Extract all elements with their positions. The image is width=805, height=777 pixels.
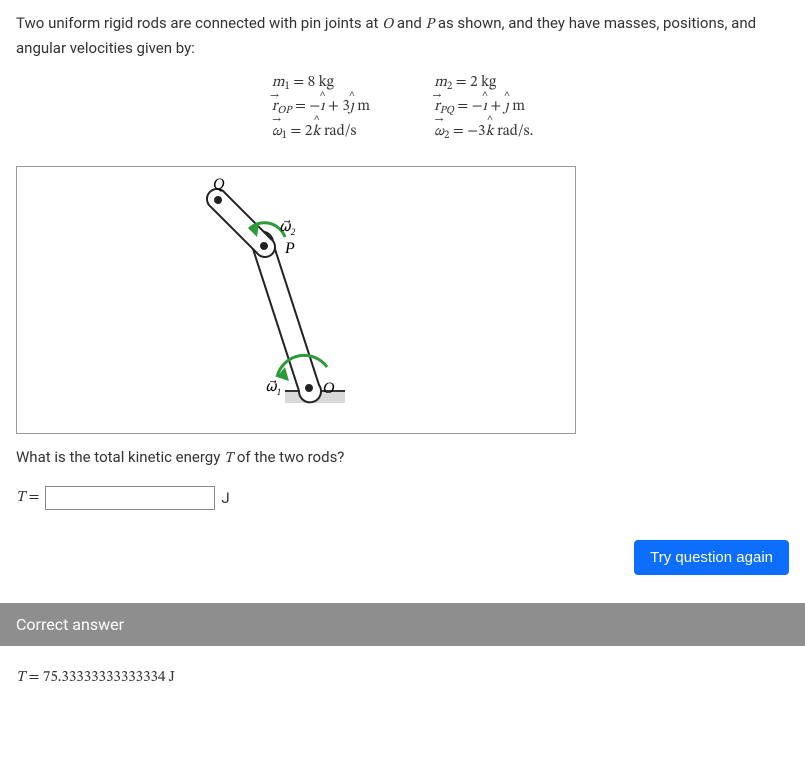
question-text: What is the total kinetic energy T of th… (16, 448, 789, 468)
answer-unit: J (221, 489, 229, 507)
label-Q: Q (213, 176, 225, 193)
answer-row: T = J (16, 486, 789, 510)
correct-answer-header: Correct answer (0, 603, 805, 646)
rods-diagram: Q P O ω⃗2 ω⃗1 (17, 167, 577, 435)
label-w2: ω⃗2 (279, 220, 296, 237)
given-col-2: m2 = 2 kg rPQ = −ı + ȷ m ω2 = −3k rad/s. (434, 71, 533, 144)
figure: Q P O ω⃗2 ω⃗1 (16, 166, 576, 434)
try-again-button[interactable]: Try question again (634, 540, 789, 575)
answer-symbol: T = (16, 488, 39, 507)
problem-intro: Two uniform rigid rods are connected wit… (16, 12, 789, 59)
answer-input[interactable] (45, 486, 215, 510)
given-col-1: m1 = 8 kg rOP = −ı + 3ȷ m ω1 = 2k rad/s (272, 71, 370, 144)
correct-answer-value: T = 75.33333333333334 J (16, 668, 789, 687)
label-P: P (284, 240, 295, 257)
label-w1: ω⃗1 (265, 380, 281, 397)
label-O: O (323, 380, 335, 397)
given-values: m1 = 8 kg rOP = −ı + 3ȷ m ω1 = 2k rad/s … (16, 71, 789, 144)
